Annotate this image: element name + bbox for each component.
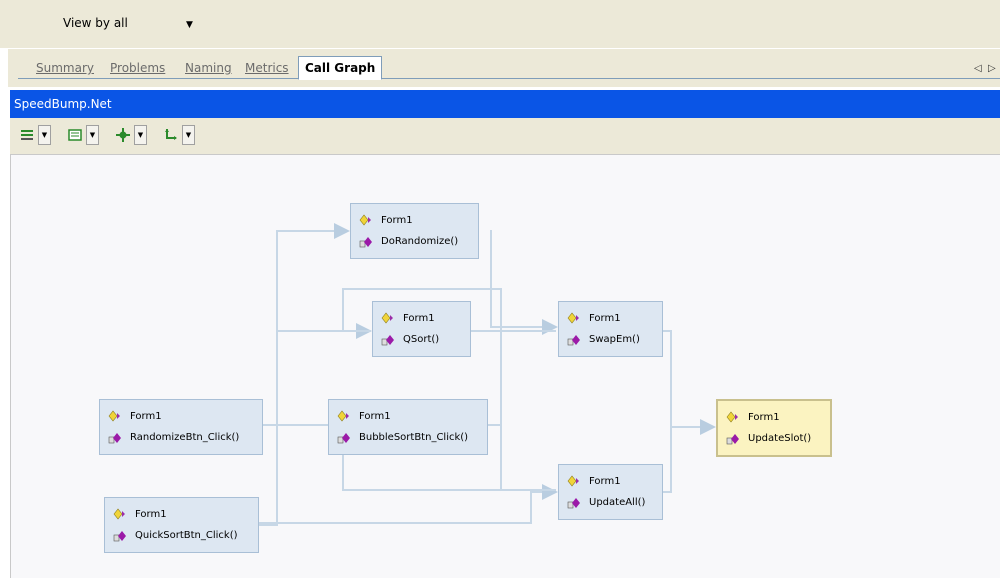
node-method-label: SwapEm() bbox=[589, 334, 640, 345]
class-icon bbox=[359, 214, 371, 226]
class-icon bbox=[337, 410, 349, 422]
node-swapem[interactable]: Form1 SwapEm() bbox=[558, 301, 663, 357]
method-icon bbox=[337, 433, 350, 444]
class-icon bbox=[113, 508, 125, 520]
method-icon bbox=[567, 335, 580, 346]
grid-view-icon[interactable] bbox=[66, 126, 84, 144]
edge-dorandomize-swapem bbox=[490, 230, 558, 335]
method-icon bbox=[108, 433, 121, 444]
connector-dropdown-icon[interactable]: ▼ bbox=[182, 125, 195, 145]
node-class-label: Form1 bbox=[381, 215, 413, 226]
node-bubblesortbtn-click[interactable]: Form1 BubbleSortBtn_Click() bbox=[328, 399, 488, 455]
method-icon bbox=[359, 237, 372, 248]
tab-summary[interactable]: Summary bbox=[36, 59, 94, 78]
zoom-fit-icon[interactable] bbox=[114, 126, 132, 144]
node-method-label: UpdateSlot() bbox=[748, 433, 812, 444]
method-icon bbox=[113, 531, 126, 542]
edge-randomize-dorandomize bbox=[263, 223, 350, 426]
class-icon bbox=[726, 411, 738, 423]
node-class-label: Form1 bbox=[403, 313, 435, 324]
node-class-label: Form1 bbox=[130, 411, 162, 422]
graph-toolbar: ▼ ▼ ▼ ▼ bbox=[10, 118, 1000, 154]
node-class-label: Form1 bbox=[589, 476, 621, 487]
connector-button[interactable]: ▼ bbox=[162, 124, 195, 146]
scroll-tabs-right-icon[interactable]: ▷ bbox=[988, 63, 996, 74]
panel-title: SpeedBump.Net bbox=[14, 97, 112, 111]
node-method-label: DoRandomize() bbox=[381, 236, 459, 247]
method-icon bbox=[381, 335, 394, 346]
view-filter-bar: View by all ▼ bbox=[0, 0, 1000, 48]
call-graph-canvas[interactable]: Form1 DoRandomize() Form1 QSort() Form1 … bbox=[10, 154, 1000, 578]
node-randomizebtn-click[interactable]: Form1 RandomizeBtn_Click() bbox=[99, 399, 263, 455]
tab-strip: Summary Problems Naming Metrics Call Gra… bbox=[8, 48, 1000, 87]
tab-call-graph[interactable]: Call Graph bbox=[298, 56, 383, 80]
node-updateall[interactable]: Form1 UpdateAll() bbox=[558, 464, 663, 520]
tab-metrics[interactable]: Metrics bbox=[245, 59, 289, 78]
view-dropdown-icon[interactable]: ▼ bbox=[86, 125, 99, 145]
layout-icon[interactable] bbox=[18, 126, 36, 144]
edge-quicksort-updateall bbox=[259, 484, 558, 524]
layout-button[interactable]: ▼ bbox=[18, 124, 51, 146]
node-qsort[interactable]: Form1 QSort() bbox=[372, 301, 471, 357]
node-updateslot[interactable]: Form1 UpdateSlot() bbox=[716, 399, 832, 457]
class-icon bbox=[108, 410, 120, 422]
node-dorandomize[interactable]: Form1 DoRandomize() bbox=[350, 203, 479, 259]
class-icon bbox=[567, 312, 579, 324]
node-class-label: Form1 bbox=[359, 411, 391, 422]
connector-icon[interactable] bbox=[162, 126, 180, 144]
edge-bubblesort-swapem bbox=[488, 331, 502, 426]
node-quicksortbtn-click[interactable]: Form1 QuickSortBtn_Click() bbox=[104, 497, 259, 553]
node-class-label: Form1 bbox=[589, 313, 621, 324]
node-class-label: Form1 bbox=[748, 412, 780, 423]
node-method-label: QSort() bbox=[403, 334, 440, 345]
tab-problems[interactable]: Problems bbox=[110, 59, 165, 78]
layout-dropdown-icon[interactable]: ▼ bbox=[38, 125, 51, 145]
class-icon bbox=[381, 312, 393, 324]
class-icon bbox=[567, 475, 579, 487]
edge-updateall-updateslot bbox=[663, 427, 672, 493]
node-method-label: RandomizeBtn_Click() bbox=[130, 432, 240, 443]
view-by-dropdown[interactable]: View by all bbox=[63, 16, 128, 30]
node-method-label: BubbleSortBtn_Click() bbox=[359, 432, 469, 443]
view-button[interactable]: ▼ bbox=[66, 124, 99, 146]
dropdown-arrow-icon[interactable]: ▼ bbox=[186, 20, 193, 30]
scroll-tabs-left-icon[interactable]: ◁ bbox=[974, 63, 982, 74]
zoom-dropdown-icon[interactable]: ▼ bbox=[134, 125, 147, 145]
node-method-label: UpdateAll() bbox=[589, 497, 646, 508]
panel-title-bar: SpeedBump.Net bbox=[10, 90, 1000, 118]
node-method-label: QuickSortBtn_Click() bbox=[135, 530, 238, 541]
tab-naming[interactable]: Naming bbox=[185, 59, 232, 78]
method-icon bbox=[726, 434, 739, 445]
method-icon bbox=[567, 498, 580, 509]
node-class-label: Form1 bbox=[135, 509, 167, 520]
edge-swapem-updateslot bbox=[663, 330, 716, 435]
tab-divider bbox=[18, 78, 1000, 79]
zoom-button[interactable]: ▼ bbox=[114, 124, 147, 146]
